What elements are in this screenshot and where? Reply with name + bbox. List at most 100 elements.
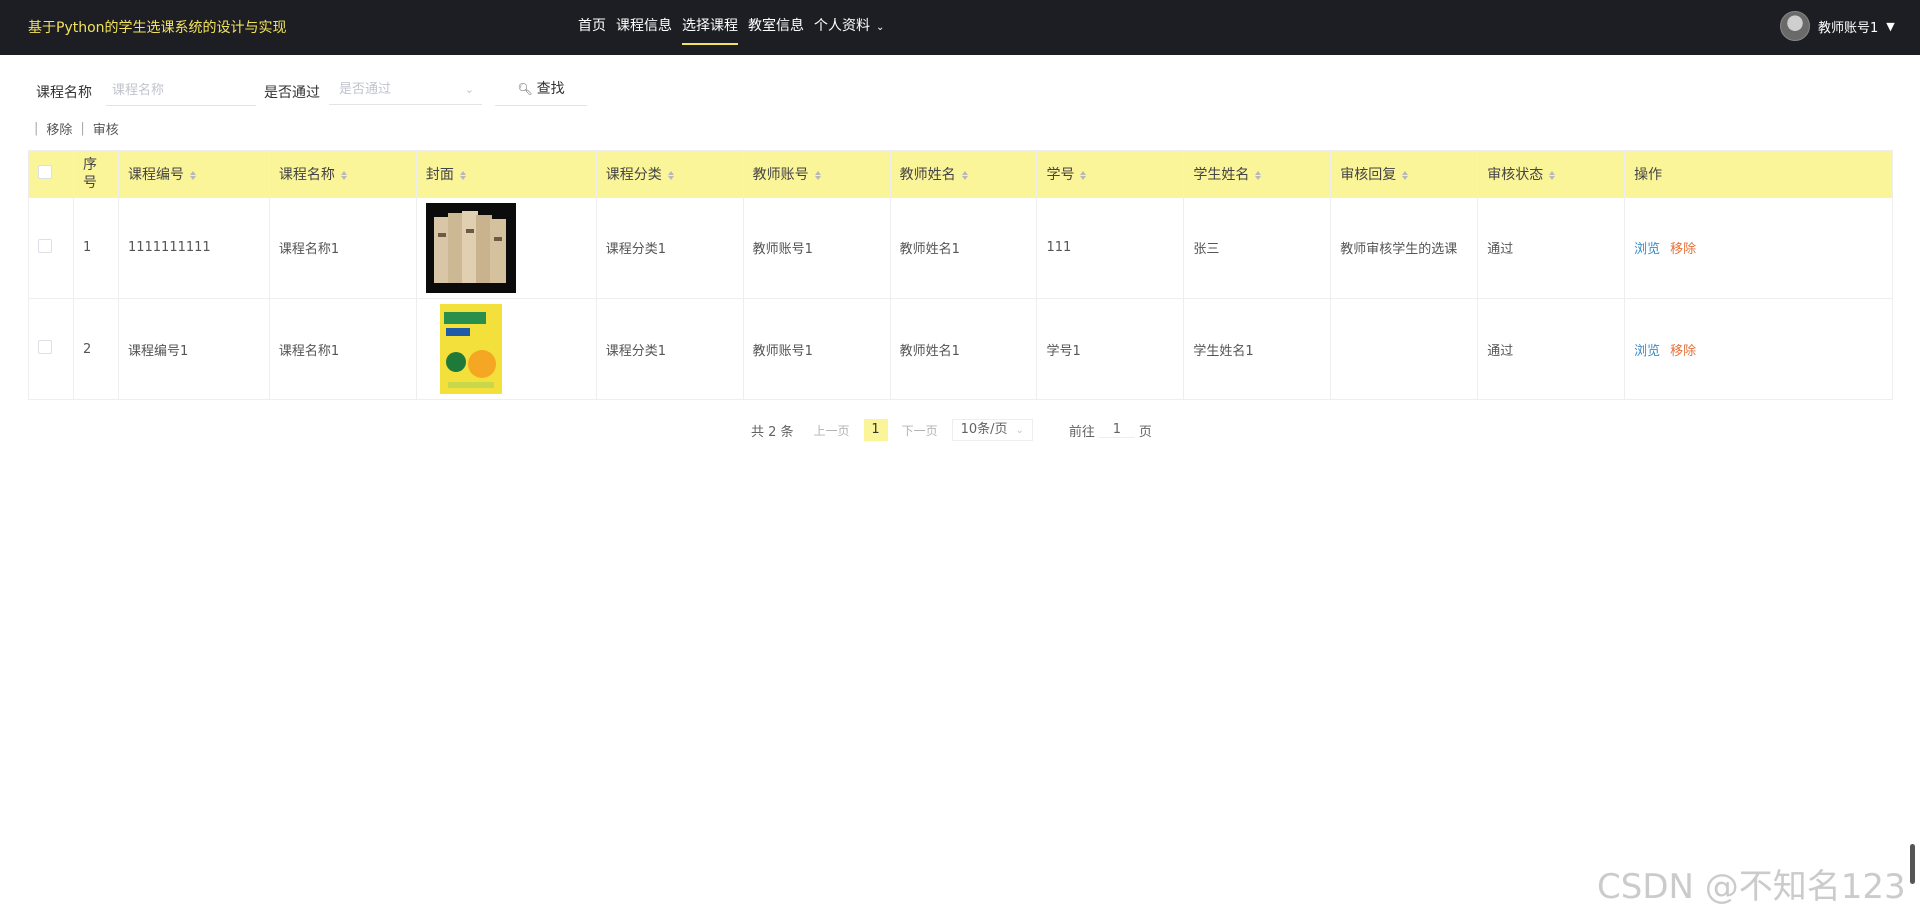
cell-student-no: 学号1	[1036, 298, 1185, 400]
nav-item-profile[interactable]: 个人资料 ⌄	[814, 0, 884, 55]
table-row: 2 课程编号1 课程名称1 课程分类1 教师账号1 教师姓名1 学号1 学生姓名…	[28, 298, 1893, 400]
col-cover-label: 封面	[425, 167, 454, 184]
sort-icon[interactable]	[1402, 170, 1409, 181]
col-actions-label: 操作	[1634, 167, 1663, 184]
user-menu[interactable]: 教师账号1 ▼	[1780, 11, 1895, 41]
cell-actions: 浏览 移除	[1625, 299, 1893, 400]
cell-student-name: 张三	[1183, 197, 1332, 299]
cell-course-name: 课程名称1	[269, 298, 417, 400]
goto-label: 前往	[1068, 424, 1095, 440]
chevron-down-icon: ⌄	[1015, 425, 1024, 436]
row-select-cell	[28, 197, 74, 299]
sort-icon[interactable]	[961, 170, 968, 181]
col-category[interactable]: 课程分类	[596, 150, 744, 198]
nav-item-home[interactable]: 首页	[578, 0, 606, 55]
sort-icon[interactable]	[814, 170, 821, 181]
divider: |	[34, 121, 39, 136]
prev-page-button[interactable]: 上一页	[814, 422, 850, 439]
cell-teacher-name: 教师姓名1	[890, 197, 1038, 299]
col-student-name-label: 学生姓名	[1193, 167, 1250, 184]
sort-icon[interactable]	[189, 170, 196, 181]
view-link[interactable]: 浏览	[1634, 344, 1660, 359]
page-size-value: 10条/页	[960, 422, 1008, 437]
row-select-cell	[28, 298, 74, 400]
page-suffix: 页	[1138, 424, 1152, 440]
chevron-down-icon: ⌄	[876, 22, 885, 33]
table-row: 1 1111111111 课程名称1 课程分类1 教师账号1 教师姓名1 111…	[28, 197, 1893, 299]
col-course-name-label: 课程名称	[278, 167, 335, 184]
top-navbar: 基于Python的学生选课系统的设计与实现 首页 课程信息 选择课程 教室信息 …	[0, 0, 1920, 55]
cell-course-no: 1111111111	[118, 197, 270, 299]
sort-icon[interactable]	[667, 170, 674, 181]
sort-icon[interactable]	[459, 170, 466, 181]
course-name-input[interactable]	[106, 75, 256, 106]
review-action[interactable]: 审核	[93, 119, 119, 138]
sort-icon[interactable]	[340, 170, 347, 181]
nav-item-classroom-info[interactable]: 教室信息	[748, 0, 804, 55]
col-student-no[interactable]: 学号	[1036, 150, 1185, 198]
sort-icon[interactable]	[1080, 170, 1087, 181]
course-selection-table: 序号 课程编号 课程名称 封面 课程分类 教师账号 教师姓名 学号 学生姓名 审…	[28, 150, 1893, 400]
sort-icon[interactable]	[1549, 170, 1556, 181]
cell-index: 2	[73, 298, 119, 400]
cell-category: 课程分类1	[596, 298, 744, 400]
col-teacher-name-label: 教师姓名	[899, 167, 956, 184]
col-index-label: 序号	[82, 157, 97, 192]
cell-review-status: 通过	[1477, 298, 1626, 400]
col-review-status[interactable]: 审核状态	[1477, 150, 1626, 198]
col-cover[interactable]: 封面	[416, 150, 597, 198]
col-teacher-name[interactable]: 教师姓名	[890, 150, 1038, 198]
nav-item-profile-label: 个人资料	[814, 18, 870, 34]
pass-select[interactable]: 是否通过 ⌄	[329, 75, 482, 105]
avatar[interactable]	[1780, 11, 1810, 41]
caret-down-icon[interactable]: ▼	[1886, 20, 1894, 33]
col-category-label: 课程分类	[605, 167, 662, 184]
col-teacher-account-label: 教师账号	[752, 167, 809, 184]
cell-index: 1	[73, 197, 119, 299]
table-header-row: 序号 课程编号 课程名称 封面 课程分类 教师账号 教师姓名 学号 学生姓名 审…	[28, 150, 1893, 198]
current-page[interactable]: 1	[863, 419, 888, 441]
sort-icon[interactable]	[1255, 170, 1262, 181]
remove-link[interactable]: 移除	[1670, 344, 1696, 359]
pass-select-placeholder: 是否通过	[339, 82, 392, 97]
cell-cover	[416, 298, 597, 400]
total-count: 共 2 条	[751, 424, 794, 440]
bulk-actions: | 移除 | 审核	[34, 119, 119, 138]
cell-student-name: 学生姓名1	[1183, 298, 1332, 400]
search-button[interactable]: 🔍︎ 查找	[495, 74, 587, 106]
yellow-textbook-image[interactable]	[425, 304, 516, 394]
col-index: 序号	[73, 150, 119, 198]
app-title: 基于Python的学生选课系统的设计与实现	[28, 20, 287, 36]
cell-course-name: 课程名称1	[269, 197, 417, 299]
scrollbar[interactable]	[1910, 844, 1915, 884]
col-student-name[interactable]: 学生姓名	[1183, 150, 1332, 198]
col-course-no[interactable]: 课程编号	[118, 150, 270, 198]
search-button-label: 查找	[536, 81, 565, 97]
goto-page-input[interactable]: 1	[1098, 422, 1135, 438]
col-review-reply[interactable]: 审核回复	[1330, 150, 1479, 198]
next-page-button[interactable]: 下一页	[902, 422, 938, 439]
remove-link[interactable]: 移除	[1670, 242, 1696, 257]
select-all-cell	[28, 150, 74, 198]
col-course-name[interactable]: 课程名称	[269, 150, 417, 198]
chevron-down-icon: ⌄	[464, 83, 474, 96]
page-size-select[interactable]: 10条/页 ⌄	[951, 419, 1033, 441]
select-all-checkbox[interactable]	[38, 165, 52, 180]
view-link[interactable]: 浏览	[1634, 242, 1660, 257]
search-icon: 🔍︎	[517, 82, 533, 96]
main-nav: 首页 课程信息 选择课程 教室信息 个人资料 ⌄	[578, 0, 894, 55]
course-name-label: 课程名称	[36, 85, 92, 101]
row-checkbox[interactable]	[38, 238, 52, 253]
row-checkbox[interactable]	[38, 340, 52, 354]
pass-label: 是否通过	[264, 85, 320, 101]
divider: |	[80, 121, 85, 136]
col-teacher-account[interactable]: 教师账号	[743, 150, 891, 198]
remove-action[interactable]: 移除	[46, 119, 72, 138]
watermark-text: CSDN @不知名123	[1597, 867, 1906, 907]
cell-review-status: 通过	[1477, 197, 1626, 299]
book-stack-image[interactable]	[425, 202, 516, 293]
nav-item-course-info[interactable]: 课程信息	[616, 0, 672, 55]
nav-item-select-course[interactable]: 选择课程	[682, 0, 738, 55]
cell-review-reply	[1330, 298, 1479, 400]
pagination: 共 2 条 上一页 1 下一页 10条/页 ⌄ 前往 1 页	[751, 419, 1152, 441]
